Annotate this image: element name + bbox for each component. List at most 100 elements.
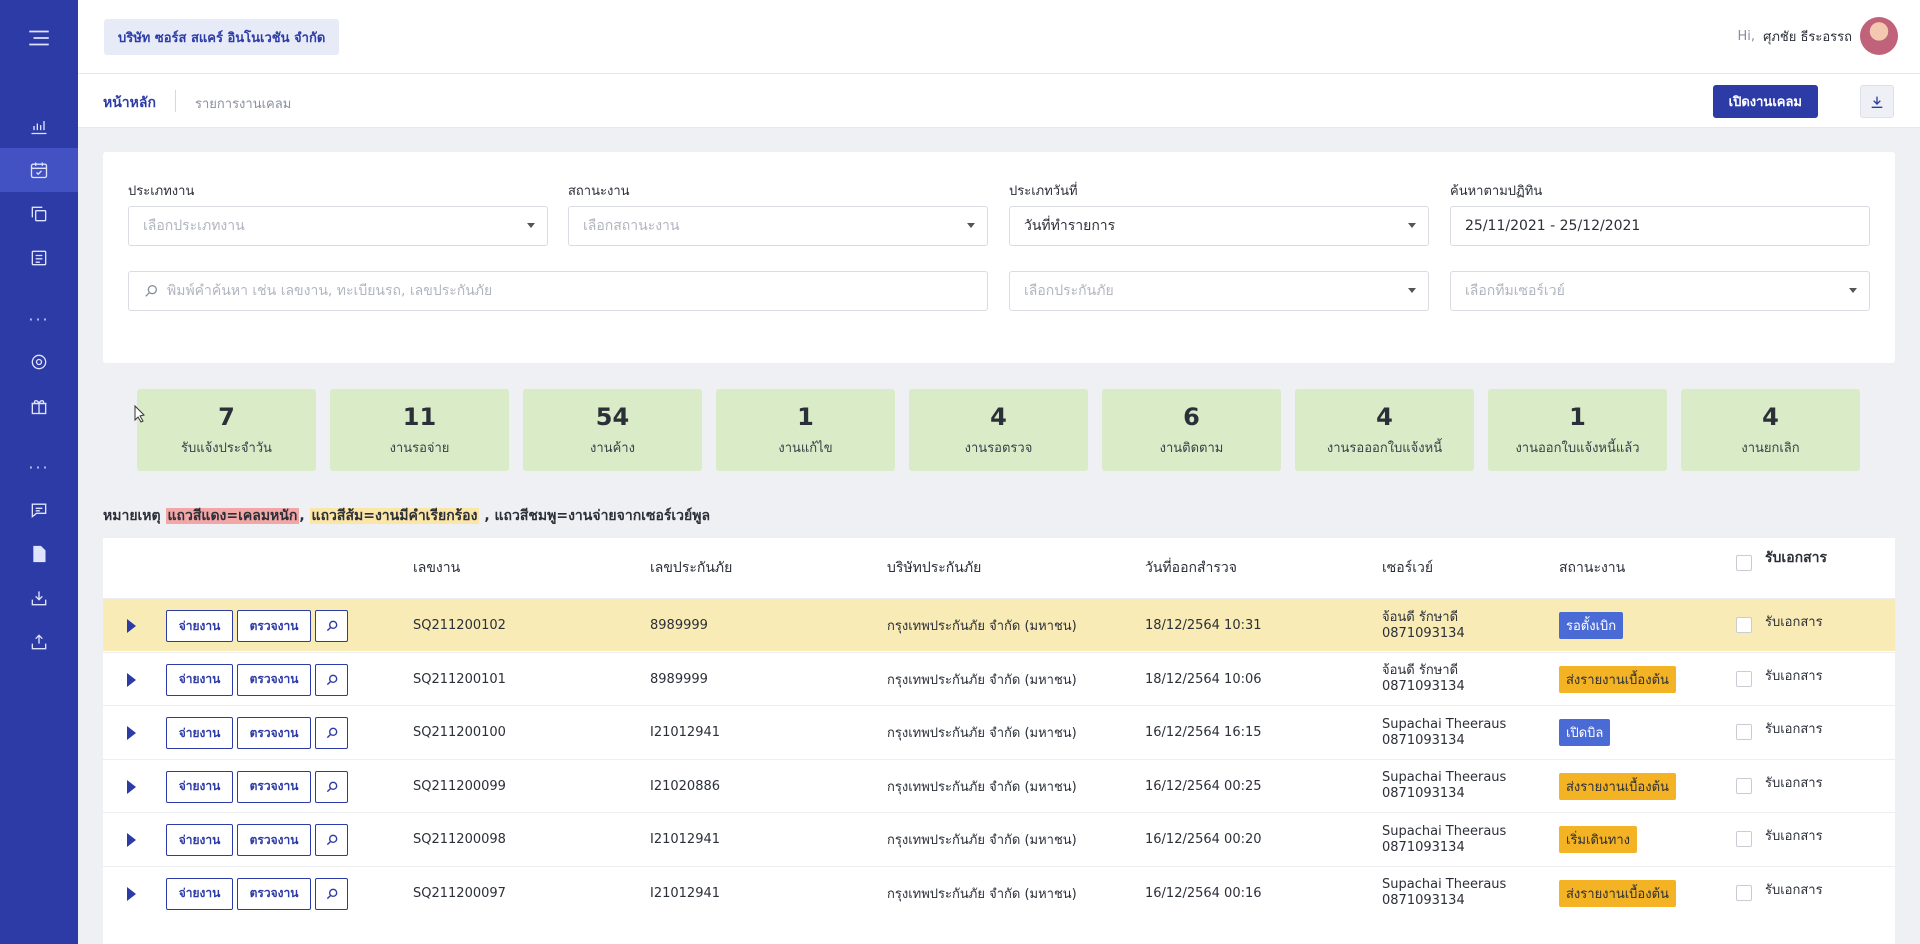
survey-team-placeholder: เลือกทีมเซอร์เวย์	[1465, 283, 1565, 299]
select-all-checkbox[interactable]	[1736, 555, 1752, 571]
header-policy-no[interactable]: เลขประกันภัย	[650, 538, 732, 598]
breadcrumb-home[interactable]: หน้าหลัก	[103, 92, 156, 114]
table-row[interactable]: จ่ายงาน ตรวจงาน SQ211200101 8989999 กรุงเทพป…	[103, 651, 1895, 705]
inspect-button[interactable]: ตรวจงาน	[237, 717, 311, 749]
job-type-select[interactable]: เลือกประเภทงาน	[128, 206, 548, 246]
summary-card[interactable]: 7 รับแจ้งประจำวัน	[137, 389, 316, 471]
status-badge: ส่งรายงานเบื้องต้น	[1559, 772, 1676, 800]
copy-icon[interactable]	[0, 192, 78, 236]
calendar-check-icon[interactable]	[0, 148, 78, 192]
assign-button[interactable]: จ่ายงาน	[166, 770, 233, 803]
status-badge: เริ่มเดินทาง	[1559, 826, 1637, 853]
inspect-button[interactable]: ตรวจงาน	[237, 770, 311, 803]
table-row[interactable]: จ่ายงาน ตรวจงาน SQ211200100 I21012941 กรุงเท…	[103, 705, 1895, 758]
header-status[interactable]: สถานะงาน	[1559, 538, 1625, 598]
inbox-upload-icon[interactable]	[0, 620, 78, 664]
legend-note: หมายเหตุ แถวสีแดง=เคลมหนัก, แถวสีส้ม=งาน…	[103, 505, 710, 527]
summary-card[interactable]: 4 งานยกเลิก	[1681, 389, 1860, 471]
search-button[interactable]	[315, 770, 348, 803]
note-separator: ,	[299, 508, 305, 524]
expand-row-icon[interactable]	[127, 619, 136, 633]
summary-card[interactable]: 4 งานรอออกใบแจ้งหนี้	[1295, 389, 1474, 471]
avatar[interactable]	[1860, 17, 1898, 55]
inspect-button[interactable]: ตรวจงาน	[237, 824, 311, 856]
date-range-input[interactable]: 25/11/2021 - 25/12/2021	[1450, 206, 1870, 246]
search-icon	[326, 888, 337, 899]
open-claim-button[interactable]: เปิดงานเคลม	[1712, 85, 1818, 118]
job-type-label: ประเภทงาน	[128, 184, 195, 199]
table-row[interactable]: จ่ายงาน ตรวจงาน SQ211200102 8989999 กรุงเทพป…	[103, 598, 1895, 651]
chevron-down-icon	[527, 223, 535, 228]
date-range-label: ค้นหาตามปฏิทิน	[1450, 184, 1543, 199]
gear-icon[interactable]	[0, 340, 78, 384]
gift-icon[interactable]	[0, 384, 78, 428]
survey-date: 18/12/2564 10:31	[1145, 618, 1262, 633]
date-type-select[interactable]: วันที่ทำรายการ	[1009, 206, 1429, 246]
chat-icon[interactable]	[0, 488, 78, 532]
search-icon	[145, 285, 157, 297]
header-job-no[interactable]: เลขงาน	[413, 538, 460, 598]
search-icon	[326, 727, 337, 739]
surveyor: Supachai Theeraus 0871093134	[1382, 867, 1506, 920]
receive-doc-label: รับเอกสาร	[1765, 882, 1823, 898]
table-row[interactable]: จ่ายงาน ตรวจงาน SQ211200099 I21020886 กรุงเท…	[103, 758, 1895, 812]
header-survey-date[interactable]: วันที่ออกสำรวจ	[1145, 538, 1237, 598]
job-status-select[interactable]: เลือกสถานะงาน	[568, 206, 988, 246]
search-button[interactable]	[315, 610, 348, 642]
assign-button[interactable]: จ่ายงาน	[166, 824, 233, 856]
insurer-select[interactable]: เลือกประกันภัย	[1009, 271, 1429, 311]
expand-row-icon[interactable]	[127, 672, 136, 687]
receive-doc-label: รับเอกสาร	[1765, 722, 1823, 737]
expand-row-icon[interactable]	[127, 833, 136, 847]
summary-card[interactable]: 4 งานรอตรวจ	[909, 389, 1088, 471]
table-row[interactable]: จ่ายงาน ตรวจงาน SQ211200097 I21012941 กรุงเท…	[103, 865, 1895, 920]
menu-icon[interactable]	[0, 16, 78, 60]
receive-doc-checkbox[interactable]	[1736, 777, 1752, 794]
table-row[interactable]: จ่ายงาน ตรวจงาน SQ211200098 I21012941 กรุงเท…	[103, 812, 1895, 865]
summary-count: 4	[990, 403, 1007, 431]
summary-card[interactable]: 1 งานแก้ไข	[716, 389, 895, 471]
list-icon[interactable]	[0, 236, 78, 280]
search-button[interactable]	[315, 877, 348, 910]
assign-button[interactable]: จ่ายงาน	[166, 610, 233, 642]
receive-doc-checkbox[interactable]	[1736, 670, 1752, 687]
surveyor-name: Supachai Theeraus	[1382, 877, 1507, 892]
summary-card[interactable]: 54 งานค้าง	[523, 389, 702, 471]
insurer-name: กรุงเทพประกันภัย จำกัด (มหาชน)	[887, 672, 1077, 688]
receive-doc-checkbox[interactable]	[1736, 617, 1752, 633]
inspect-button[interactable]: ตรวจงาน	[237, 663, 311, 696]
assign-button[interactable]: จ่ายงาน	[166, 877, 233, 910]
header-insurer[interactable]: บริษัทประกันภัย	[887, 538, 981, 598]
header-surveyor[interactable]: เซอร์เวย์	[1382, 538, 1433, 598]
chart-icon[interactable]	[0, 104, 78, 148]
receive-doc-checkbox[interactable]	[1736, 724, 1752, 740]
inspect-button[interactable]: ตรวจงาน	[237, 610, 311, 642]
receive-doc-checkbox[interactable]	[1736, 831, 1752, 847]
summary-card[interactable]: 6 งานติดตาม	[1102, 389, 1281, 471]
expand-row-icon[interactable]	[127, 726, 136, 740]
company-selector[interactable]: บริษัท ซอร์ส สแคร์ อินโนเวชัน จำกัด	[104, 19, 340, 55]
breadcrumb: หน้าหลัก รายการงานเคลม เปิดงานเคลม	[78, 74, 1920, 128]
search-button[interactable]	[315, 717, 348, 749]
insurer-name: กรุงเทพประกันภัย จำกัด (มหาชน)	[887, 833, 1077, 848]
note-red-row: แถวสีแดง=เคลมหนัก	[165, 508, 300, 524]
search-input[interactable]: พิมพ์คำค้นหา เช่น เลขงาน, ทะเบียนรถ, เลข…	[128, 271, 988, 311]
download-button[interactable]	[1860, 85, 1894, 118]
expand-row-icon[interactable]	[127, 886, 136, 901]
summary-card[interactable]: 1 งานออกใบแจ้งหนี้แล้ว	[1488, 389, 1667, 471]
search-button[interactable]	[315, 824, 348, 856]
document-icon[interactable]	[0, 532, 78, 576]
search-button[interactable]	[315, 663, 348, 696]
survey-team-select[interactable]: เลือกทีมเซอร์เวย์	[1450, 271, 1870, 311]
inspect-button[interactable]: ตรวจงาน	[237, 877, 311, 910]
top-bar: บริษัท ซอร์ส สแคร์ อินโนเวชัน จำกัด Hi, …	[78, 0, 1920, 74]
expand-row-icon[interactable]	[127, 779, 136, 794]
assign-button[interactable]: จ่ายงาน	[166, 663, 233, 696]
receive-doc-checkbox[interactable]	[1736, 884, 1752, 901]
policy-no: 8989999	[650, 618, 708, 633]
inbox-download-icon[interactable]	[0, 576, 78, 620]
job-no: SQ211200099	[413, 778, 506, 794]
assign-button[interactable]: จ่ายงาน	[166, 717, 233, 749]
user-menu[interactable]: Hi, ศุภชัย ธีระอรรถ	[1738, 17, 1898, 55]
summary-card[interactable]: 11 งานรอจ่าย	[330, 389, 509, 471]
